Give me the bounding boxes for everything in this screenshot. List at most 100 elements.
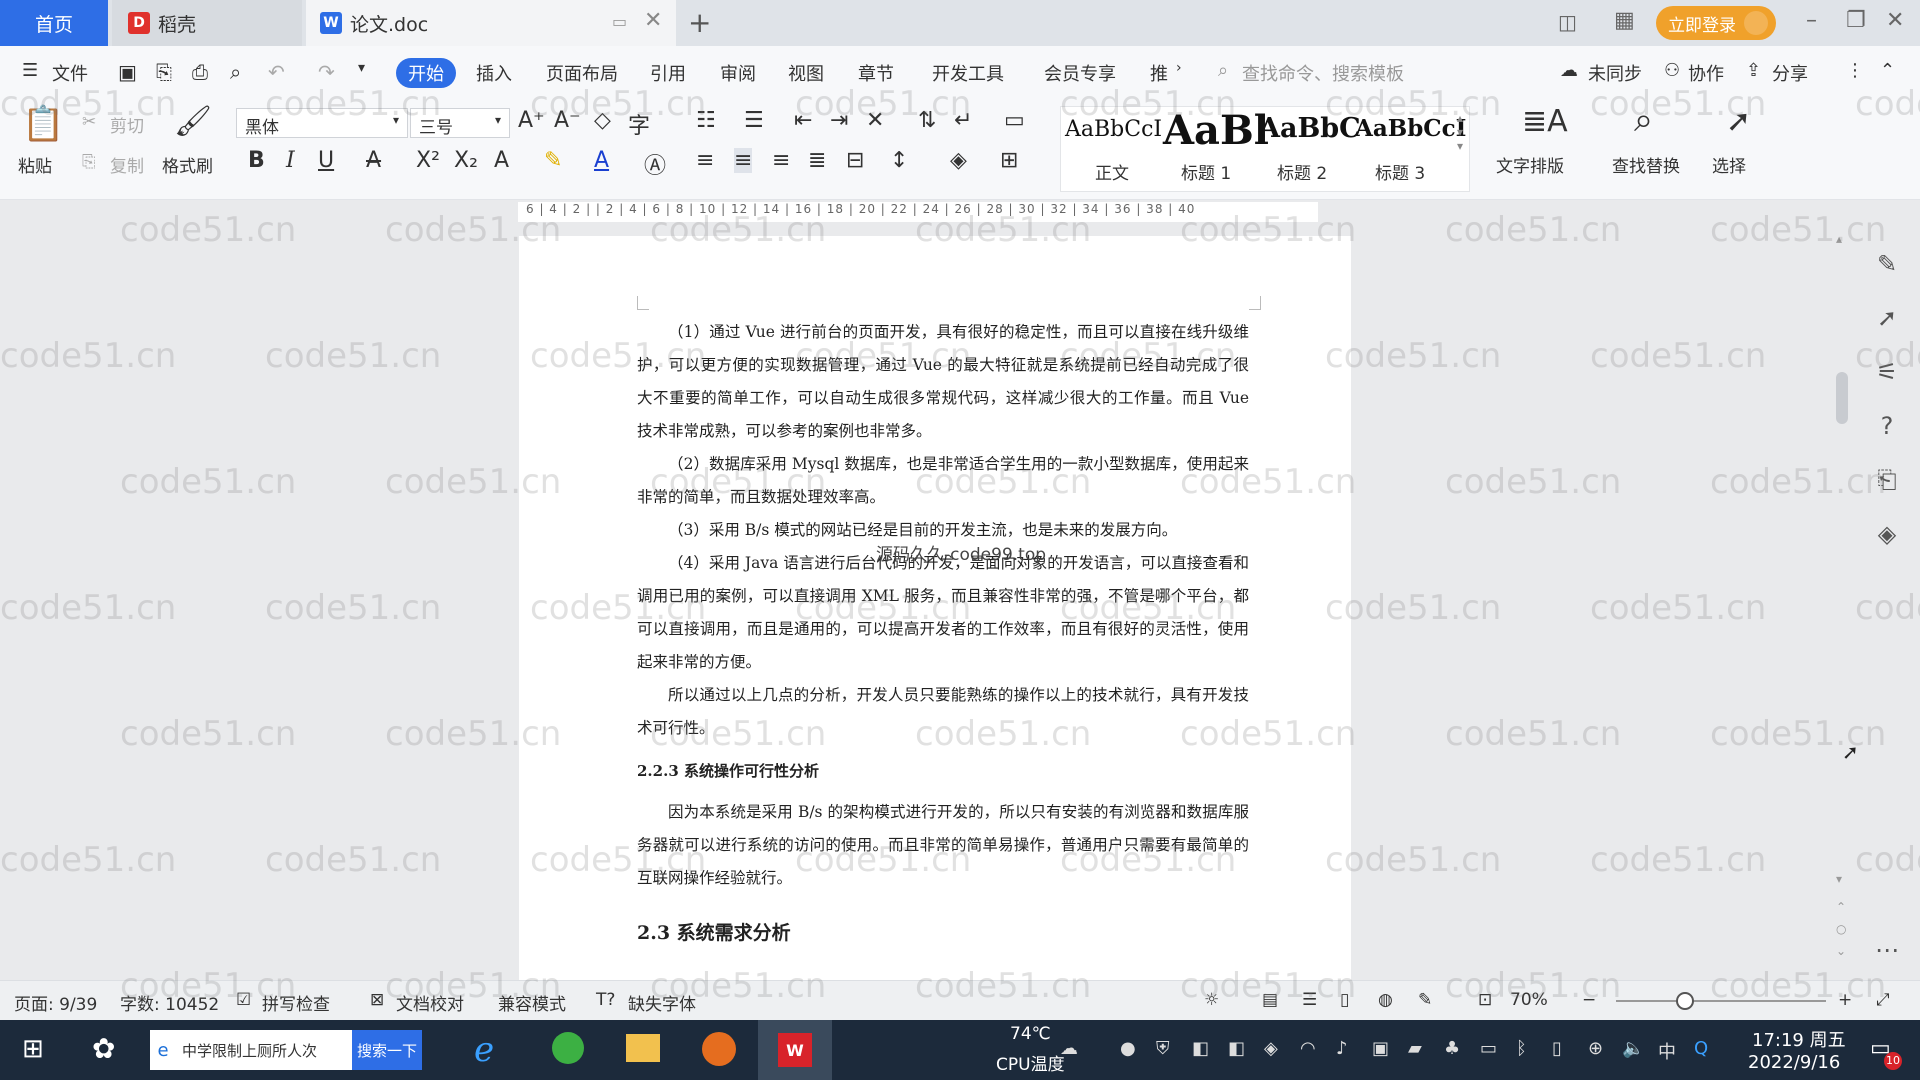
notification-bell-icon[interactable]: ♪ [1336,1038,1348,1059]
next-page-icon[interactable]: ⌄ [1836,944,1846,958]
tray-shield-icon[interactable]: ◈ [1264,1038,1278,1059]
decrease-font-icon[interactable]: A⁻ [554,108,581,133]
menu-member[interactable]: 会员专享 [1044,60,1116,86]
close-window-icon[interactable]: ✕ [1886,8,1904,33]
web-view-icon[interactable]: ◍ [1378,990,1393,1010]
word-count[interactable]: 字数: 10452 [120,990,219,1015]
menu-page-layout[interactable]: 页面布局 [546,60,618,86]
minimize-icon[interactable]: – [1806,8,1817,33]
redo-icon[interactable]: ↷ [318,60,335,84]
pen-icon[interactable]: ✎ [1862,250,1912,278]
numbered-list-icon[interactable]: ☰ [744,108,764,133]
style-heading1-preview[interactable]: AaBl [1163,107,1269,154]
more-menu-icon[interactable]: ⋮ [1846,60,1864,81]
copy-button[interactable]: 复制 [110,152,144,177]
tab-home[interactable]: 首页 [0,0,108,46]
hamburger-icon[interactable]: ☰ [22,60,38,81]
tray-pic-icon[interactable]: ▣ [1372,1038,1389,1059]
zoom-slider[interactable] [1616,992,1826,1010]
find-replace-icon[interactable]: ⌕ [1634,100,1653,140]
backup-icon[interactable]: ⎗ [1862,466,1912,494]
vertical-scrollbar[interactable]: ▴ ▾ ⌃ ○ ⌄ [1832,232,1852,976]
style-gallery-scroll-icon[interactable]: ▴ ▾ ▾ [1457,111,1463,153]
zoom-out-icon[interactable]: − [1582,990,1596,1010]
reading-view-icon[interactable]: ▯ [1340,990,1349,1010]
bold-icon[interactable]: B [248,148,265,173]
export-icon[interactable]: ⎘ [156,60,172,84]
decrease-indent-icon[interactable]: ⇤ [794,108,812,133]
increase-font-icon[interactable]: A⁺ [518,108,545,133]
style-normal-preview[interactable]: AaBbCcI [1065,117,1162,142]
scrollbar-thumb[interactable] [1836,372,1848,424]
qq-icon[interactable]: ♣ [1444,1038,1460,1059]
find-replace-button[interactable]: 查找替换 [1612,152,1680,177]
zoom-level[interactable]: 70% [1510,990,1548,1010]
superscript-icon[interactable]: X² [416,148,440,173]
undo-icon[interactable]: ↶ [268,60,285,84]
align-center-icon[interactable]: ≡ [734,148,753,173]
document-body[interactable]: （1）通过 Vue 进行前台的页面开发，具有很好的稳定性，而且可以直接在线升级维… [637,316,1249,950]
align-left-icon[interactable]: ≡ [696,148,714,173]
horizontal-ruler[interactable]: 6 | 4 | 2 | | 2 | 4 | 6 | 8 | 10 | 12 | … [0,200,1920,224]
show-marks-icon[interactable]: ↵ [954,108,972,133]
share-button[interactable]: 分享 [1772,60,1808,86]
char-border-icon[interactable]: Ⓐ [644,148,666,180]
paste-button[interactable]: 粘贴 [18,152,52,177]
save-icon[interactable]: ▣ [118,60,137,84]
highlight-icon[interactable]: ✎ [544,148,562,173]
zoom-slider-thumb[interactable] [1676,992,1694,1010]
zoom-in-icon[interactable]: + [1838,990,1852,1010]
restore-icon[interactable]: ❐ [1846,8,1866,33]
weather-icon[interactable]: ☁ [1060,1038,1078,1059]
print-icon[interactable]: ⎙ [192,60,208,84]
collapse-ribbon-icon[interactable]: ⌃ [1880,60,1895,81]
text-effect-icon[interactable]: A [494,148,509,173]
command-search-input[interactable]: 查找命令、搜索模板 [1242,60,1404,86]
tab-daoke[interactable]: D 稻壳 [112,0,302,46]
ie-browser-icon[interactable]: ℯ [474,1030,494,1070]
page-view-icon[interactable]: ▤ [1262,990,1278,1010]
print-preview-icon[interactable]: ⌕ [230,60,241,84]
bullet-list-icon[interactable]: ☷ [696,108,716,133]
adjust-icon[interactable]: ⚟ [1862,358,1912,386]
menu-insert[interactable]: 插入 [476,60,512,86]
usb-icon[interactable]: ▯ [1552,1038,1562,1059]
tray-q-icon[interactable]: Q [1694,1038,1708,1059]
proofread-button[interactable]: 文档校对 [396,990,464,1015]
outline-view-icon[interactable]: ☰ [1302,990,1317,1010]
menu-start[interactable]: 开始 [396,58,456,88]
window-mode-icon[interactable]: ▭ [612,12,627,31]
scroll-up-icon[interactable]: ▴ [1836,232,1842,246]
align-right-icon[interactable]: ≡ [772,148,790,173]
clock-time[interactable]: 17:19 周五 [1752,1026,1846,1052]
format-painter-icon[interactable]: 🖌 [174,104,212,139]
tray-app-icon[interactable]: ● [1120,1038,1136,1059]
cortana-icon[interactable]: ✿ [92,1032,115,1065]
prev-page-icon[interactable]: ⌃ [1836,900,1846,914]
clear-format-icon[interactable]: ◇ [594,108,611,133]
select-browse-icon[interactable]: ○ [1836,922,1846,936]
file-explorer-icon[interactable] [626,1034,660,1062]
phonetic-icon[interactable]: 字 [628,108,650,140]
tray-plus-icon[interactable]: ⊕ [1588,1038,1603,1059]
help-icon[interactable]: ? [1862,412,1912,440]
style-heading2-preview[interactable]: AaBbC [1259,113,1361,144]
menu-review[interactable]: 审阅 [720,60,756,86]
cut-button[interactable]: 剪切 [110,112,144,137]
font-size-select[interactable]: 三号 ▾ [410,108,510,138]
volume-icon[interactable]: 🔈 [1622,1038,1644,1059]
menu-chapter[interactable]: 章节 [858,60,894,86]
missing-font-button[interactable]: 缺失字体 [628,990,696,1015]
more-tools-icon[interactable]: ⋯ [1862,936,1912,964]
chinese-layout-icon[interactable]: ✕ [866,108,884,133]
document-page[interactable]: （1）通过 Vue 进行前台的页面开发，具有很好的稳定性，而且可以直接在线升级维… [519,236,1351,980]
battery-icon[interactable]: ▭ [1480,1038,1497,1059]
eye-protect-icon[interactable]: ☼ [1204,990,1219,1010]
distribute-icon[interactable]: ⊟ [846,148,864,173]
tray-security-icon[interactable]: ⛨ [1156,1038,1170,1059]
new-tab-button[interactable]: + [688,6,711,39]
apps-grid-icon[interactable]: ▦ [1614,8,1635,33]
browser-360-icon[interactable] [552,1032,584,1064]
menu-file[interactable]: 文件 [52,60,88,86]
paste-icon[interactable]: 📋 [22,104,64,144]
